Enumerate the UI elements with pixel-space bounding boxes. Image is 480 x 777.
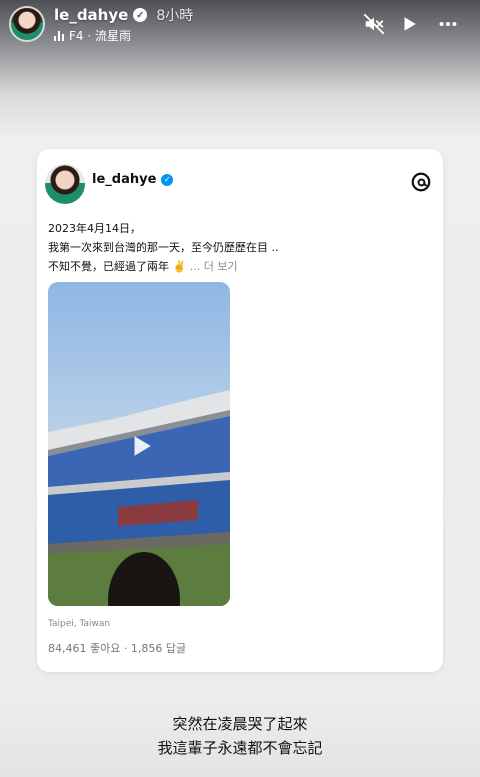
post-location[interactable]: Taipei, Taiwan [48, 619, 110, 629]
threads-logo-icon [410, 171, 432, 193]
play-icon[interactable] [397, 12, 421, 36]
verified-badge-icon: ✓ [161, 173, 174, 186]
post-avatar[interactable] [45, 164, 85, 204]
post-username[interactable]: le_dahye [92, 172, 156, 187]
story-caption: 突然在凌晨哭了起來 我這輩子永遠都不會忘記 [0, 712, 480, 760]
post-text-line-2: 我第一次來到台灣的那一天，至今仍歷歷在目 .. [48, 241, 279, 254]
shared-post-card[interactable]: le_dahye ✓ 2023年4月14日， 我第一次來到台灣的那一天，至今仍歷… [37, 149, 443, 672]
story-timestamp: 8小時 [156, 8, 194, 24]
verified-icon: ✓ [133, 8, 148, 22]
see-more-link[interactable]: ... 더 보기 [190, 260, 238, 273]
more-horizontal-icon[interactable] [436, 12, 460, 36]
speaker-muted-icon[interactable] [362, 12, 386, 36]
post-text-line-3-body: 不知不覺，已經過了兩年 [48, 260, 169, 273]
post-text-line-3: 不知不覺，已經過了兩年 ✌️ ... 더 보기 [48, 257, 428, 276]
caption-line-1: 突然在凌晨哭了起來 [172, 715, 308, 733]
story-avatar[interactable] [9, 6, 45, 42]
post-text: 2023年4月14日， 我第一次來到台灣的那一天，至今仍歷歷在目 .. 不知不覺… [48, 219, 428, 276]
post-video[interactable] [48, 282, 230, 606]
music-bars-icon [54, 30, 64, 41]
post-stats: 84,461 좋아요 · 1,856 답글 [48, 642, 187, 655]
play-icon[interactable] [127, 432, 155, 460]
story-music[interactable]: F4 · 流星雨 [54, 27, 131, 44]
story-user-row: le_dahye ✓ 8小時 [54, 5, 193, 25]
post-user-row: le_dahye ✓ [92, 172, 174, 187]
victory-hand-emoji: ✌️ [172, 260, 187, 273]
music-title: F4 · 流星雨 [69, 29, 131, 43]
post-text-line-1: 2023年4月14日， [48, 222, 141, 235]
story-username[interactable]: le_dahye [54, 6, 128, 24]
story-header: le_dahye ✓ 8小時 F4 · 流星雨 [0, 0, 480, 50]
caption-line-2: 我這輩子永遠都不會忘記 [157, 739, 323, 757]
